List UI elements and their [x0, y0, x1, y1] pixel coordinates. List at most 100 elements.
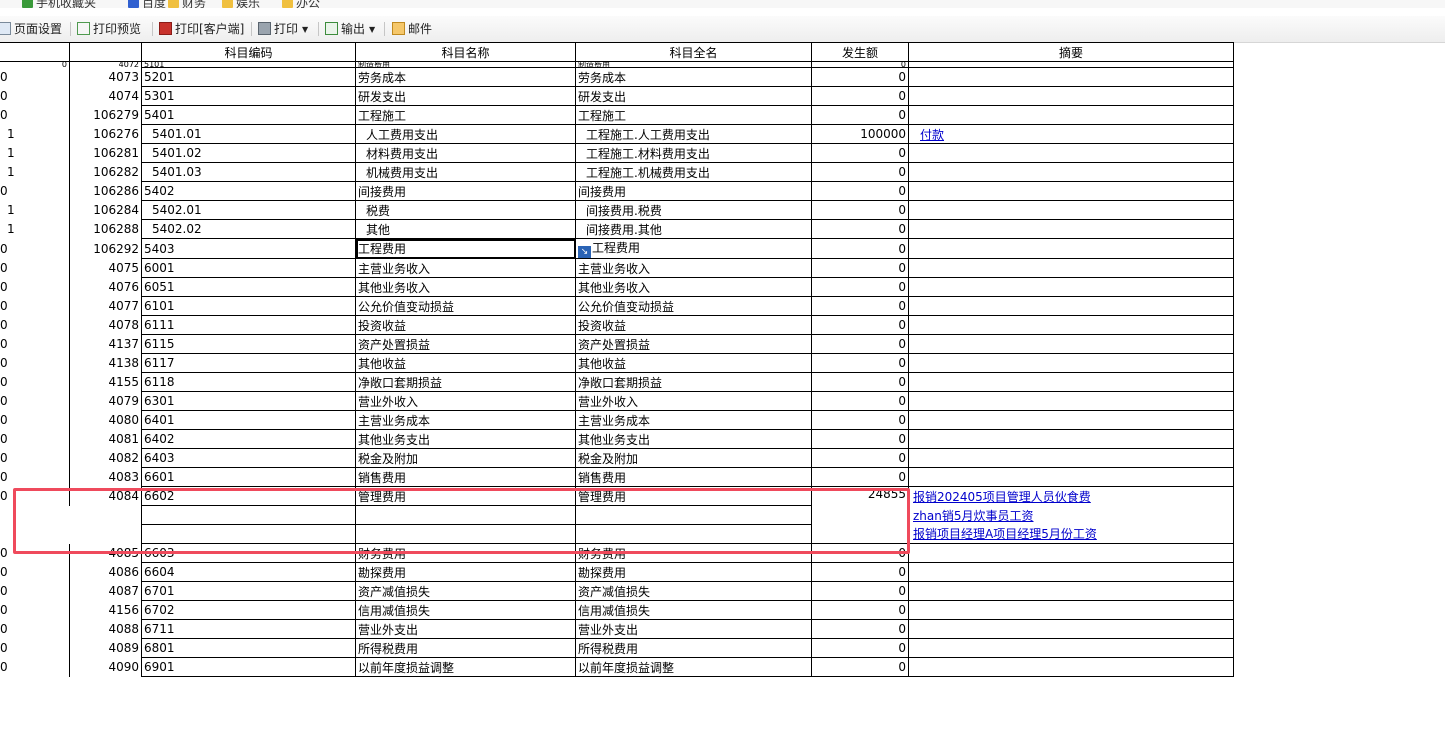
- cell-id: 106284: [69, 200, 142, 220]
- jump-arrow-icon[interactable]: ↘: [578, 246, 591, 258]
- memo-link[interactable]: 付款: [911, 128, 944, 142]
- table-row[interactable]: 0 106292 5403 工程费用 ↘ 工程费用 0: [0, 238, 1234, 259]
- page-setup-button[interactable]: 页面设置: [0, 19, 62, 39]
- table-row[interactable]: 0 4077 6101 公允价值变动损益 公允价值变动损益 0: [0, 296, 1234, 316]
- cell-name[interactable]: 主营业务成本: [355, 410, 576, 430]
- cell-level: 0: [0, 296, 70, 316]
- table-row[interactable]: 0 4155 6118 净敞口套期损益 净敞口套期损益 0: [0, 372, 1234, 392]
- cell-name[interactable]: 资产减值损失: [355, 581, 576, 601]
- cell-amount: 0: [811, 181, 909, 201]
- cell-name[interactable]: 税费: [355, 200, 576, 220]
- mail-button[interactable]: 邮件: [392, 19, 432, 39]
- table-row[interactable]: 0 4074 5301 研发支出 研发支出 0: [0, 86, 1234, 106]
- cell-name: [355, 505, 576, 525]
- cell-name[interactable]: 主营业务收入: [355, 258, 576, 278]
- header-fullname[interactable]: 科目全名: [575, 42, 812, 62]
- table-row[interactable]: 1 106282 5401.03 机械费用支出 工程施工.机械费用支出 0: [0, 162, 1234, 182]
- table-row-management[interactable]: 0 4084 6602 管理费用 管理费用 24855 报销202405项目管理人员伙食费: [0, 486, 1234, 506]
- cell-name[interactable]: 所得税费用: [355, 638, 576, 658]
- table-row[interactable]: 0 4078 6111 投资收益 投资收益 0: [0, 315, 1234, 335]
- cell-name[interactable]: 投资收益: [355, 315, 576, 335]
- cell-name[interactable]: 税金及附加: [355, 448, 576, 468]
- cell-name[interactable]: 营业外支出: [355, 619, 576, 639]
- print-button[interactable]: 打印 ▼: [258, 19, 308, 39]
- cell-name[interactable]: 人工费用支出: [355, 124, 576, 144]
- cell-name[interactable]: 其他业务收入: [355, 277, 576, 297]
- print-preview-button[interactable]: 打印预览: [77, 19, 141, 39]
- table-row[interactable]: 0 4137 6115 资产处置损益 资产处置损益 0: [0, 334, 1234, 354]
- table-row[interactable]: 1 106284 5402.01 税费 间接费用.税费 0: [0, 200, 1234, 220]
- bookmark-finance[interactable]: 财务: [168, 0, 206, 8]
- header-amount[interactable]: 发生额: [811, 42, 909, 62]
- cell-memo: [908, 619, 1234, 639]
- cell-name[interactable]: 间接费用: [355, 181, 576, 201]
- table-row[interactable]: 1 106288 5402.02 其他 间接费用.其他 0: [0, 219, 1234, 239]
- cell-memo: [908, 562, 1234, 582]
- bookmark-fun[interactable]: 娱乐: [222, 0, 260, 8]
- table-row-management-sub[interactable]: 报销项目经理A项目经理5月份工资: [0, 524, 1234, 544]
- cell-fullname: 资产处置损益: [575, 334, 812, 354]
- table-row[interactable]: 0 4086 6604 勘探费用 勘探费用 0: [0, 562, 1234, 582]
- table-row[interactable]: 0 4083 6601 销售费用 销售费用 0: [0, 467, 1234, 487]
- fullname-text: 工程施工.材料费用支出: [586, 146, 710, 161]
- cell-name[interactable]: 材料费用支出: [355, 143, 576, 163]
- table-row[interactable]: 0 4079 6301 营业外收入 营业外收入 0: [0, 391, 1234, 411]
- cell-name[interactable]: 其他收益: [355, 353, 576, 373]
- bookmarks-bar: 手机收藏夹 百度 财务 娱乐 办公: [0, 0, 1445, 8]
- bookmark-baidu[interactable]: 百度: [128, 0, 166, 8]
- header-memo[interactable]: 摘要: [908, 42, 1234, 62]
- report-grid[interactable]: 科目编码 科目名称 科目全名 发生额 摘要 0 4072 5101 制造费用 制…: [0, 42, 1445, 742]
- table-row[interactable]: 0 4090 6901 以前年度损益调整 以前年度损益调整 0: [0, 657, 1234, 677]
- cell-fullname: 财务费用: [575, 543, 812, 563]
- table-row[interactable]: 1 106281 5401.02 材料费用支出 工程施工.材料费用支出 0: [0, 143, 1234, 163]
- table-row[interactable]: 0 106279 5401 工程施工 工程施工 0: [0, 105, 1234, 125]
- cell-name[interactable]: 净敞口套期损益: [355, 372, 576, 392]
- memo-link[interactable]: 报销项目经理A项目经理5月份工资: [911, 527, 1097, 541]
- cell-name[interactable]: 劳务成本: [355, 67, 576, 87]
- cell-name[interactable]: 机械费用支出: [355, 162, 576, 182]
- memo-link[interactable]: zhan销5月炊事员工资: [911, 509, 1034, 523]
- cell-name[interactable]: 公允价值变动损益: [355, 296, 576, 316]
- table-row[interactable]: 0 4138 6117 其他收益 其他收益 0: [0, 353, 1234, 373]
- print-client-button[interactable]: 打印[客户端]: [159, 19, 244, 39]
- cell-name[interactable]: 信用减值损失: [355, 600, 576, 620]
- header-name[interactable]: 科目名称: [355, 42, 576, 62]
- table-row[interactable]: 0 4087 6701 资产减值损失 资产减值损失 0: [0, 581, 1234, 601]
- table-row[interactable]: 0 4085 6603 财务费用 财务费用 0: [0, 543, 1234, 563]
- table-row[interactable]: 0 4081 6402 其他业务支出 其他业务支出 0: [0, 429, 1234, 449]
- bookmark-office[interactable]: 办公: [282, 0, 320, 8]
- cell-name[interactable]: 研发支出: [355, 86, 576, 106]
- cell-memo: [908, 67, 1234, 87]
- memo-link[interactable]: 报销202405项目管理人员伙食费: [911, 490, 1091, 504]
- cell-name[interactable]: 工程费用: [355, 238, 576, 259]
- cell-name[interactable]: 其他业务支出: [355, 429, 576, 449]
- cell-code: [141, 524, 356, 544]
- cell-name[interactable]: 财务费用: [355, 543, 576, 563]
- table-row[interactable]: 0 4082 6403 税金及附加 税金及附加 0: [0, 448, 1234, 468]
- cell-name[interactable]: 以前年度损益调整: [355, 657, 576, 677]
- header-code[interactable]: 科目编码: [141, 42, 356, 62]
- cell-name[interactable]: 勘探费用: [355, 562, 576, 582]
- cell-name[interactable]: 营业外收入: [355, 391, 576, 411]
- cell-name[interactable]: 销售费用: [355, 467, 576, 487]
- cell-name[interactable]: 其他: [355, 219, 576, 239]
- table-row[interactable]: 0 4080 6401 主营业务成本 主营业务成本 0: [0, 410, 1234, 430]
- table-row[interactable]: 1 106276 5401.01 人工费用支出 工程施工.人工费用支出 100000 付款: [0, 124, 1234, 144]
- cell-fullname: 营业外支出: [575, 619, 812, 639]
- table-row[interactable]: 0 4075 6001 主营业务收入 主营业务收入 0: [0, 258, 1234, 278]
- export-button[interactable]: 输出 ▼: [325, 19, 375, 39]
- cell-level: 0: [0, 391, 70, 411]
- cell-memo: [908, 162, 1234, 182]
- cell-name[interactable]: 工程施工: [355, 105, 576, 125]
- table-row[interactable]: 0 4073 5201 劳务成本 劳务成本 0: [0, 67, 1234, 87]
- table-row[interactable]: 0 4089 6801 所得税费用 所得税费用 0: [0, 638, 1234, 658]
- table-row-management-sub[interactable]: zhan销5月炊事员工资: [0, 505, 1234, 525]
- table-row[interactable]: 0 4088 6711 营业外支出 营业外支出 0: [0, 619, 1234, 639]
- cell-name[interactable]: 资产处置损益: [355, 334, 576, 354]
- cell-fullname: 间接费用.税费: [575, 200, 812, 220]
- bookmark-mobile[interactable]: 手机收藏夹: [22, 0, 96, 8]
- table-row[interactable]: 0 106286 5402 间接费用 间接费用 0: [0, 181, 1234, 201]
- table-row[interactable]: 0 4076 6051 其他业务收入 其他业务收入 0: [0, 277, 1234, 297]
- cell-name[interactable]: 管理费用: [355, 486, 576, 506]
- table-row[interactable]: 0 4156 6702 信用减值损失 信用减值损失 0: [0, 600, 1234, 620]
